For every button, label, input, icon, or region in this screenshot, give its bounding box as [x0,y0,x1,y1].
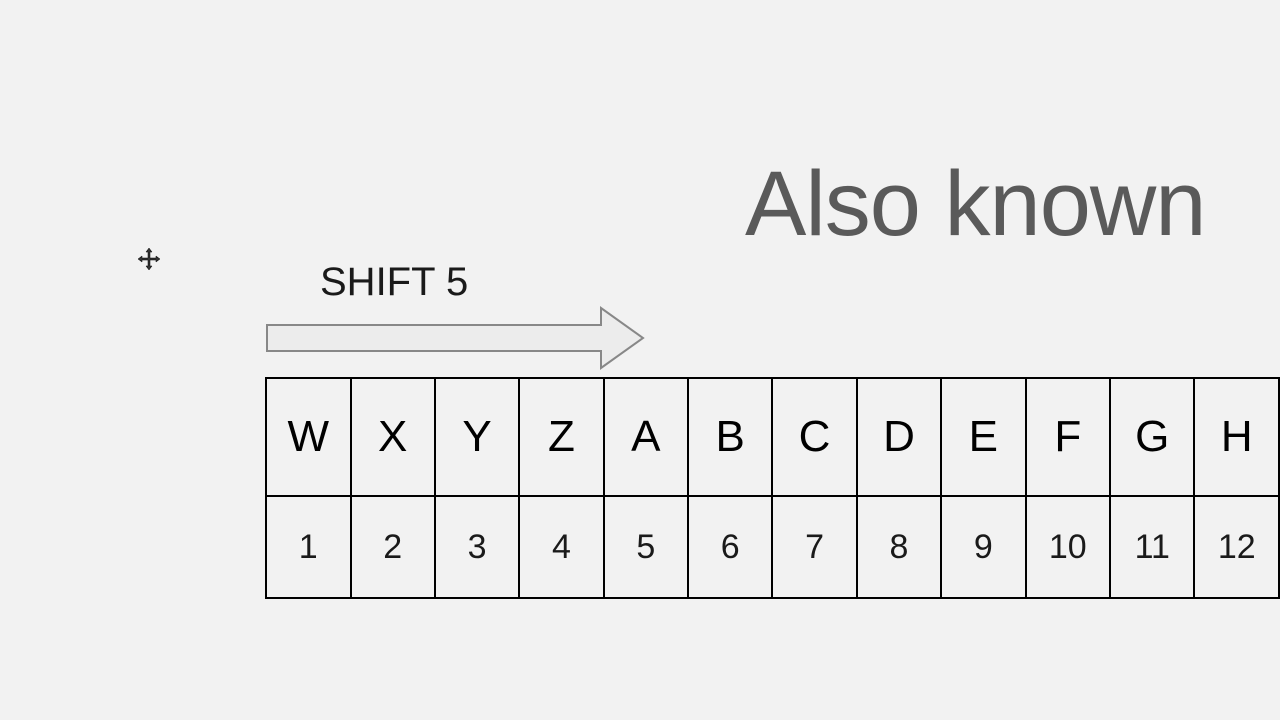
numbers-row: 1 2 3 4 5 6 7 8 9 10 11 12 [266,496,1279,598]
letter-cell: Y [435,378,519,496]
letter-cell: B [688,378,772,496]
shift-arrow-icon [265,306,645,370]
letters-row: W X Y Z A B C D E F G H [266,378,1279,496]
number-cell: 7 [772,496,856,598]
letter-cell: Z [519,378,603,496]
number-cell: 12 [1194,496,1279,598]
letter-cell: H [1194,378,1279,496]
letter-cell: W [266,378,351,496]
letter-cell: X [351,378,435,496]
number-cell: 2 [351,496,435,598]
number-cell: 5 [604,496,688,598]
heading-text: Also known [745,152,1205,257]
letter-cell: D [857,378,941,496]
number-cell: 1 [266,496,351,598]
number-cell: 8 [857,496,941,598]
number-cell: 9 [941,496,1025,598]
move-cursor-icon [138,248,160,270]
number-cell: 10 [1026,496,1110,598]
number-cell: 6 [688,496,772,598]
cipher-table: W X Y Z A B C D E F G H 1 2 3 4 5 6 7 8 … [265,377,1280,599]
shift-label: SHIFT 5 [320,260,468,305]
letter-cell: F [1026,378,1110,496]
letter-cell: E [941,378,1025,496]
number-cell: 4 [519,496,603,598]
letter-cell: A [604,378,688,496]
letter-cell: G [1110,378,1194,496]
number-cell: 3 [435,496,519,598]
letter-cell: C [772,378,856,496]
number-cell: 11 [1110,496,1194,598]
